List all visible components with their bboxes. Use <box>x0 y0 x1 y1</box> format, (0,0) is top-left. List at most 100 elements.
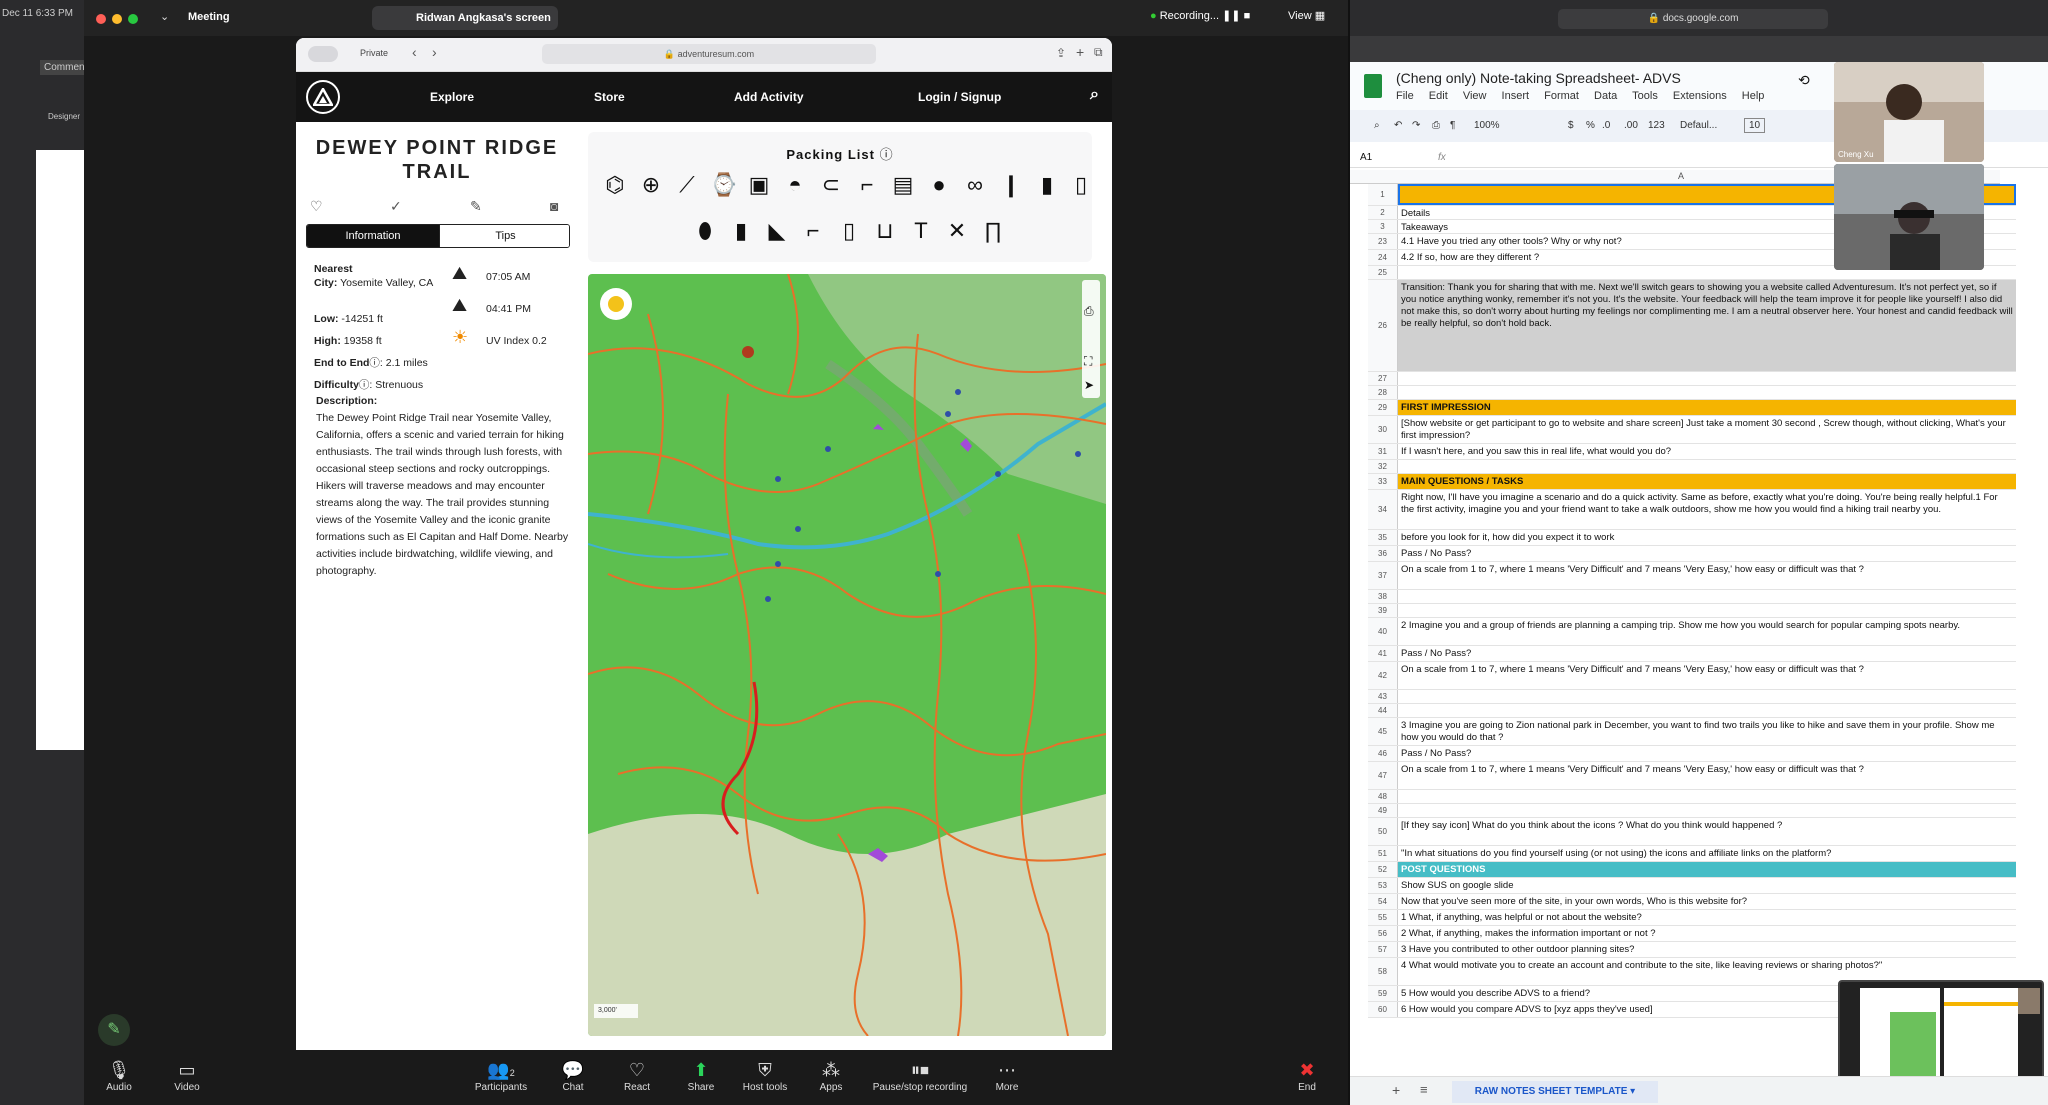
menu-format[interactable]: Format <box>1544 90 1579 102</box>
tab-tips[interactable]: Tips <box>439 225 569 247</box>
row-number[interactable]: 41 <box>1368 646 1398 661</box>
participants-button[interactable]: 👥2 Participants <box>466 1060 536 1093</box>
row-cell[interactable]: "In what situations do you find yourself… <box>1398 846 2016 861</box>
row-number[interactable]: 3 <box>1368 220 1398 233</box>
sheet-row[interactable]: 53 Show SUS on google slide <box>1368 878 2016 894</box>
participant-video-cheng[interactable]: Cheng Xu <box>1834 62 1984 162</box>
search-icon[interactable]: ⌕ <box>1374 120 1380 131</box>
row-cell[interactable]: [Show website or get participant to go t… <box>1398 416 2016 443</box>
sheet-row[interactable]: 41 Pass / No Pass? <box>1368 646 2016 662</box>
row-number[interactable]: 33 <box>1368 474 1398 489</box>
fullscreen-icon[interactable]: ⛶ <box>1084 354 1092 369</box>
more-button[interactable]: ⋯ More <box>972 1060 1042 1093</box>
menu-tools[interactable]: Tools <box>1632 90 1658 102</box>
row-cell[interactable] <box>1398 604 2016 617</box>
row-cell[interactable]: [If they say icon] What do you think abo… <box>1398 818 2016 845</box>
knife-icon[interactable]: ⟋ <box>674 172 700 198</box>
trail-map[interactable]: ⎙ ⛶ ➤ 3,000' <box>588 274 1106 1036</box>
url-bar[interactable]: 🔒 adventuresum.com <box>542 44 876 64</box>
sheet-row[interactable]: 30 [Show website or get participant to go… <box>1368 416 2016 444</box>
flashlight-icon[interactable]: ❙ <box>998 172 1024 198</box>
menu-view[interactable]: View <box>1463 90 1487 102</box>
row-number[interactable]: 40 <box>1368 618 1398 645</box>
row-cell[interactable]: Transition: Thank you for sharing that w… <box>1398 280 2016 371</box>
sheet-row[interactable]: 52 POST QUESTIONS <box>1368 862 2016 878</box>
edit-icon[interactable]: ✎ <box>470 198 482 215</box>
sheet-row[interactable]: 45 3 Imagine you are going to Zion nation… <box>1368 718 2016 746</box>
sheet-row[interactable]: 54 Now that you've seen more of the site,… <box>1368 894 2016 910</box>
row-number[interactable]: 36 <box>1368 546 1398 561</box>
column-a-header[interactable]: A <box>1678 171 1684 181</box>
nav-add-activity[interactable]: Add Activity <box>734 90 804 104</box>
react-button[interactable]: ♡ React <box>602 1060 672 1093</box>
row-cell[interactable]: before you look for it, how did you expe… <box>1398 530 2016 545</box>
adventuresum-logo[interactable] <box>306 80 340 114</box>
spreadsheet-grid[interactable]: 1 2 Details 3 Takeaways 23 4.1 Have you tried … <box>1368 184 2016 1070</box>
row-number[interactable]: 51 <box>1368 846 1398 861</box>
canister-icon[interactable]: ▯ <box>1068 172 1094 198</box>
pen-icon[interactable]: ✎ <box>98 1014 130 1046</box>
binoculars-icon[interactable]: ⌬ <box>602 172 628 198</box>
apps-button[interactable]: ⁂ Apps <box>796 1060 866 1093</box>
new-tab-icon[interactable]: + <box>1076 44 1084 60</box>
sheet-row[interactable]: 33 MAIN QUESTIONS / TASKS <box>1368 474 2016 490</box>
sheet-row[interactable]: 28 <box>1368 386 2016 400</box>
row-number[interactable]: 38 <box>1368 590 1398 603</box>
trekking-poles-icon[interactable]: ✕ <box>944 218 970 244</box>
row-cell[interactable]: Pass / No Pass? <box>1398 646 2016 661</box>
chevron-down-icon[interactable]: ⌄ <box>160 10 169 23</box>
bottle-icon[interactable]: ▮ <box>728 218 754 244</box>
row-number[interactable]: 30 <box>1368 416 1398 443</box>
row-number[interactable]: 37 <box>1368 562 1398 589</box>
row-cell[interactable] <box>1398 790 2016 803</box>
sheet-row[interactable]: 56 2 What, if anything, makes the informa… <box>1368 926 2016 942</box>
row-cell[interactable]: 1 What, if anything, was helpful or not … <box>1398 910 2016 925</box>
menu-data[interactable]: Data <box>1594 90 1617 102</box>
view-button[interactable]: View ▦ <box>1288 9 1325 22</box>
print-icon[interactable]: ⎙ <box>1432 120 1440 131</box>
water-drop-icon[interactable]: ⬮ <box>692 218 718 244</box>
row-cell[interactable] <box>1398 704 2016 717</box>
row-number[interactable]: 35 <box>1368 530 1398 545</box>
row-cell[interactable]: On a scale from 1 to 7, where 1 means 'V… <box>1398 562 2016 589</box>
row-cell[interactable] <box>1398 590 2016 603</box>
row-number[interactable]: 56 <box>1368 926 1398 941</box>
nav-explore[interactable]: Explore <box>430 90 474 104</box>
row-number[interactable]: 57 <box>1368 942 1398 957</box>
sheet-row[interactable]: 27 <box>1368 372 2016 386</box>
share-icon[interactable]: ⇪ <box>1056 46 1066 60</box>
row-number[interactable]: 25 <box>1368 266 1398 279</box>
sunglasses-icon[interactable]: ∞ <box>962 172 988 198</box>
row-number[interactable]: 44 <box>1368 704 1398 717</box>
percent-button[interactable]: % <box>1586 120 1595 131</box>
sheet-tab-raw-notes[interactable]: RAW NOTES SHEET TEMPLATE ▾ <box>1452 1081 1658 1103</box>
back-icon[interactable]: ‹ <box>412 44 417 60</box>
row-number[interactable]: 34 <box>1368 490 1398 529</box>
chat-button[interactable]: 💬 Chat <box>538 1060 608 1093</box>
sheet-row[interactable]: 40 2 Imagine you and a group of friends a… <box>1368 618 2016 646</box>
sheet-row[interactable]: 47 On a scale from 1 to 7, where 1 means … <box>1368 762 2016 790</box>
menu-file[interactable]: File <box>1396 90 1414 102</box>
row-number[interactable]: 27 <box>1368 372 1398 385</box>
row-cell[interactable]: 2 Imagine you and a group of friends are… <box>1398 618 2016 645</box>
decrease-decimal-button[interactable]: .0 <box>1602 120 1610 131</box>
map-icon[interactable]: ▤ <box>890 172 916 198</box>
sheet-row[interactable]: 49 <box>1368 804 2016 818</box>
number-format-button[interactable]: 123 <box>1648 120 1665 131</box>
maximize-window-button[interactable] <box>128 14 138 24</box>
jacket-icon[interactable]: ▮ <box>1034 172 1060 198</box>
sheet-row[interactable]: 35 before you look for it, how did you ex… <box>1368 530 2016 546</box>
host-tools-button[interactable]: ⛨ Host tools <box>730 1060 800 1093</box>
all-sheets-icon[interactable]: ≡ <box>1420 1082 1428 1097</box>
socks-icon[interactable]: ⊔ <box>872 218 898 244</box>
row-number[interactable]: 29 <box>1368 400 1398 415</box>
row-cell[interactable]: 3 Have you contributed to other outdoor … <box>1398 942 2016 957</box>
sheet-row[interactable]: 51 "In what situations do you find yourse… <box>1368 846 2016 862</box>
row-number[interactable]: 59 <box>1368 986 1398 1001</box>
row-number[interactable]: 1 <box>1368 184 1398 205</box>
tshirt-icon[interactable]: T <box>908 218 934 244</box>
redo-icon[interactable]: ↷ <box>1412 120 1420 131</box>
sheet-row[interactable]: 26 Transition: Thank you for sharing that… <box>1368 280 2016 372</box>
close-window-button[interactable] <box>96 14 106 24</box>
row-number[interactable]: 39 <box>1368 604 1398 617</box>
